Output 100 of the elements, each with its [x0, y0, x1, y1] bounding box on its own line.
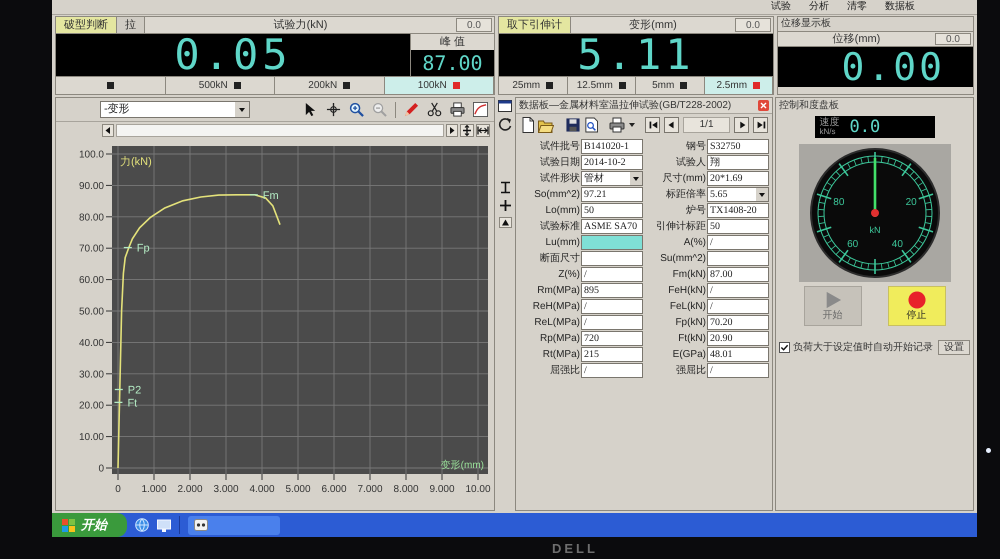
auto-record-checkbox[interactable] [779, 342, 790, 353]
previous-page-button[interactable] [664, 117, 679, 133]
input-field[interactable]: 87.00 [707, 267, 769, 282]
range-button[interactable]: 100kN [384, 77, 494, 94]
input-field[interactable]: / [707, 363, 769, 378]
caret-icon[interactable] [630, 172, 642, 185]
input-field[interactable] [581, 251, 643, 266]
caret-icon[interactable] [629, 123, 636, 127]
toolbar-button[interactable]: 清零 [845, 2, 869, 12]
dropdown-field[interactable]: 管材 [581, 171, 643, 186]
stop-button[interactable]: 停止 [888, 286, 946, 326]
zero-value: 0.0 [456, 18, 492, 32]
scroll-track[interactable] [116, 124, 444, 136]
first-page-button[interactable] [645, 117, 660, 133]
curve-dropdown[interactable]: -变形 [100, 101, 250, 118]
input-field[interactable]: 215 [581, 347, 643, 362]
speed-label: 速度 [820, 118, 840, 128]
expand-icon[interactable] [460, 124, 474, 136]
input-field[interactable] [707, 251, 769, 266]
range-button[interactable]: 500kN [166, 77, 275, 94]
monitor-logo: DELL [552, 542, 598, 554]
close-icon[interactable] [758, 100, 769, 111]
input-field[interactable]: / [581, 363, 643, 378]
input-field[interactable]: / [581, 267, 643, 282]
i-beam-icon[interactable] [498, 181, 512, 194]
input-field[interactable]: 70.20 [707, 315, 769, 330]
plus-icon[interactable] [498, 199, 512, 212]
zoom-in-icon[interactable] [349, 102, 364, 117]
range-button[interactable]: 12.5mm [568, 77, 636, 94]
pen-icon[interactable] [404, 102, 419, 117]
input-field[interactable]: B141020-1 [581, 139, 643, 154]
printer-icon[interactable] [450, 102, 465, 117]
globe-icon[interactable] [135, 518, 149, 532]
input-field[interactable] [581, 235, 643, 250]
axis-tick-label: 50.00 [78, 306, 104, 318]
field-label: 尺寸(mm) [662, 172, 706, 186]
axis-tick-label: 9.000 [429, 484, 455, 495]
caret-icon[interactable] [756, 188, 768, 201]
save-icon[interactable] [566, 118, 580, 132]
dial-label: 80 [832, 196, 844, 208]
input-field[interactable]: 20*1.69 [707, 171, 769, 186]
input-field[interactable]: / [581, 315, 643, 330]
input-field[interactable]: 50 [581, 203, 643, 218]
panel-title: 控制和度盘板 [779, 101, 839, 111]
desktop-icon[interactable] [157, 518, 171, 532]
line-chart-icon[interactable] [473, 102, 488, 117]
input-field[interactable]: ASME SA70 [581, 219, 643, 234]
input-field[interactable]: 720 [581, 331, 643, 346]
input-field[interactable]: / [707, 235, 769, 250]
input-field[interactable]: / [581, 299, 643, 314]
next-page-button[interactable] [734, 117, 750, 133]
input-field[interactable]: 50 [707, 219, 769, 234]
range-button[interactable]: 2.5mm [704, 77, 773, 94]
square-icon [618, 82, 626, 89]
circular-arrow-icon[interactable] [498, 117, 512, 131]
window-icon[interactable] [498, 100, 512, 112]
fit-width-icon[interactable] [476, 124, 490, 136]
input-field[interactable]: / [707, 299, 769, 314]
toolbar-button[interactable]: 分析 [807, 2, 831, 12]
printer-icon[interactable] [609, 117, 626, 133]
toolbar-button[interactable]: 数据板 [883, 2, 917, 12]
input-field[interactable]: 2014-10-2 [581, 155, 643, 170]
input-field[interactable]: TX1408-20 [707, 203, 769, 218]
pointer-icon[interactable] [303, 102, 318, 117]
axis-tick-label: 70.00 [78, 244, 104, 255]
range-button[interactable] [56, 77, 166, 94]
open-folder-icon[interactable] [538, 118, 554, 132]
dropdown-field[interactable]: 5.65 [707, 187, 769, 202]
scissors-icon[interactable] [427, 102, 442, 117]
page-indicator: 1/1 [682, 117, 730, 133]
input-field[interactable]: S32750 [707, 139, 769, 154]
input-field[interactable]: 97.21 [581, 187, 643, 202]
last-page-button[interactable] [753, 117, 768, 133]
field-label: 标距倍率 [665, 188, 706, 202]
input-field[interactable]: 20.90 [707, 331, 769, 346]
input-field[interactable]: 翔 [707, 155, 769, 170]
start-menu-button[interactable]: 开始 [52, 513, 127, 537]
input-field[interactable]: 48.01 [707, 347, 769, 362]
dial-label: 20 [905, 196, 916, 208]
dial-needle [870, 158, 878, 217]
caret-icon[interactable] [235, 102, 249, 117]
input-field[interactable]: 895 [581, 283, 643, 298]
range-button[interactable]: 5mm [636, 77, 704, 94]
field-label: 炉号 [685, 204, 706, 218]
range-button[interactable]: 25mm [499, 77, 568, 94]
new-document-icon[interactable] [520, 117, 534, 133]
up-triangle-icon[interactable] [498, 217, 512, 228]
settings-button[interactable]: 设置 [938, 340, 970, 355]
toolbar-button[interactable]: 试验 [769, 2, 793, 12]
input-field[interactable]: / [707, 283, 769, 298]
field-label: 试件批号 [539, 140, 580, 154]
display-title: 变形(mm) [629, 18, 677, 33]
taskbar-app-button[interactable] [188, 516, 280, 534]
field-label: 试验人 [675, 156, 706, 170]
square-icon [546, 82, 554, 89]
crosshair-icon[interactable] [326, 102, 341, 117]
zero-value: 0.0 [935, 33, 971, 45]
preview-icon[interactable] [584, 117, 598, 133]
range-button[interactable]: 200kN [275, 77, 384, 94]
axis-tick-label: 4.000 [249, 484, 275, 495]
